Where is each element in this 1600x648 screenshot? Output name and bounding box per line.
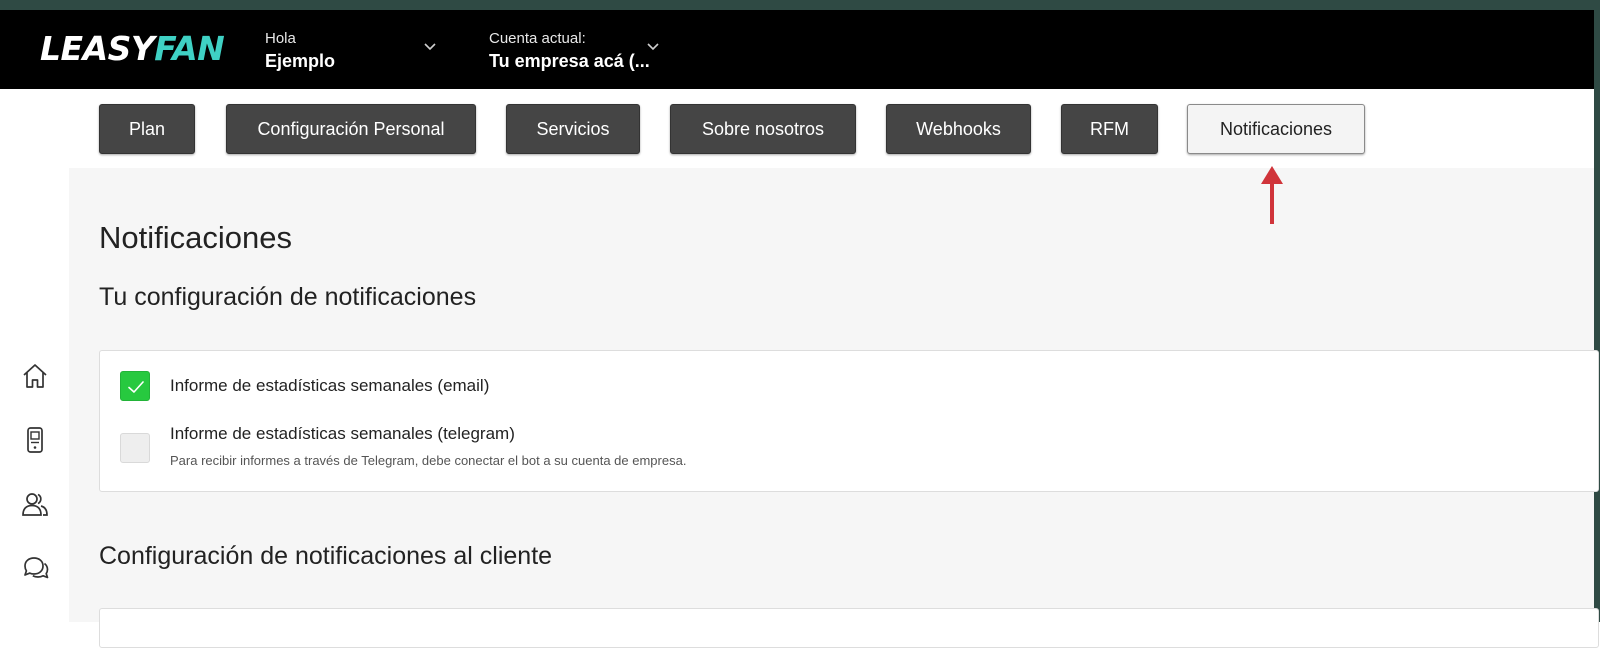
section-title-your-notifications: Tu configuración de notificaciones xyxy=(99,283,477,311)
page-title: Notificaciones xyxy=(99,220,292,255)
left-sidebar xyxy=(0,168,69,622)
user-name: Ejemplo xyxy=(265,51,336,71)
account-label: Cuenta actual: xyxy=(489,30,586,47)
account-selector[interactable]: Cuenta actual: Tu empresa acá (... xyxy=(489,26,659,76)
email-report-label: Informe de estadísticas semanales (email… xyxy=(170,376,490,395)
home-icon[interactable] xyxy=(20,361,50,391)
window-right-frame xyxy=(1594,0,1600,622)
chevron-down-icon[interactable] xyxy=(421,37,439,55)
chevron-down-icon[interactable] xyxy=(644,37,662,55)
tab-rfm[interactable]: RFM xyxy=(1061,104,1158,154)
account-name: Tu empresa acá (... xyxy=(489,51,650,71)
telegram-report-label: Informe de estadísticas semanales (teleg… xyxy=(170,424,515,443)
top-header: LEASY FAN Hola Ejemplo Cuenta actual: Tu … xyxy=(0,10,1594,89)
tab-plan[interactable]: Plan xyxy=(99,104,195,154)
main-content: Notificaciones Tu configuración de notif… xyxy=(69,168,1599,648)
leasyfan-logo[interactable]: LEASY FAN xyxy=(40,26,225,70)
check-icon xyxy=(128,381,144,393)
telegram-report-checkbox[interactable] xyxy=(120,433,150,463)
users-icon[interactable] xyxy=(20,489,50,519)
email-report-checkbox[interactable] xyxy=(120,371,150,401)
greeting-label: Hola xyxy=(265,30,296,47)
annotation-arrow-icon xyxy=(1261,166,1283,224)
settings-tab-bar: Plan Configuración Personal Servicios So… xyxy=(0,89,1594,168)
client-notification-card xyxy=(99,608,1599,648)
telegram-report-help-text: Para recibir informes a través de Telegr… xyxy=(170,453,687,468)
window-top-frame xyxy=(0,0,1600,10)
logo-part-leasy: LEASY xyxy=(40,28,155,68)
notification-settings-card: Informe de estadísticas semanales (email… xyxy=(99,350,1599,492)
tab-notificaciones[interactable]: Notificaciones xyxy=(1187,104,1365,154)
section-title-client-notifications: Configuración de notificaciones al clien… xyxy=(99,542,553,570)
tab-configuracion-personal[interactable]: Configuración Personal xyxy=(226,104,476,154)
mobile-device-icon[interactable] xyxy=(20,425,50,455)
logo-part-fan: FAN xyxy=(154,28,225,68)
tab-sobre-nosotros[interactable]: Sobre nosotros xyxy=(670,104,856,154)
chat-icon[interactable] xyxy=(20,553,50,583)
tab-servicios[interactable]: Servicios xyxy=(506,104,640,154)
tab-webhooks[interactable]: Webhooks xyxy=(886,104,1031,154)
user-menu[interactable]: Hola Ejemplo xyxy=(265,26,440,76)
